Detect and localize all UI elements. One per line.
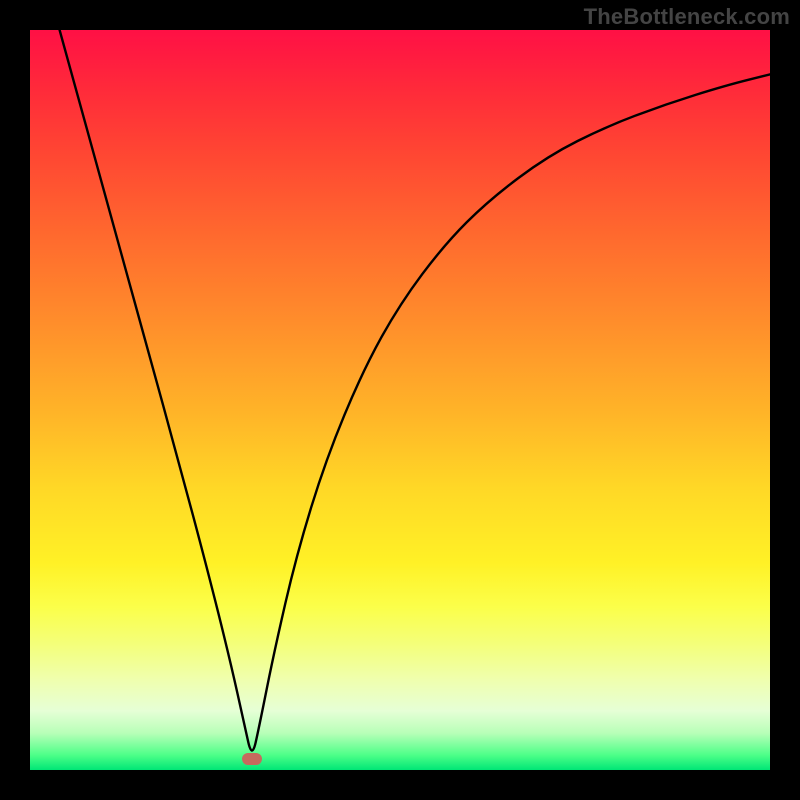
watermark-text: TheBottleneck.com <box>584 4 790 30</box>
optimal-point-marker <box>242 753 262 765</box>
bottleneck-curve-path <box>60 30 770 751</box>
chart-frame: TheBottleneck.com <box>0 0 800 800</box>
curve-svg <box>30 30 770 770</box>
plot-area <box>30 30 770 770</box>
